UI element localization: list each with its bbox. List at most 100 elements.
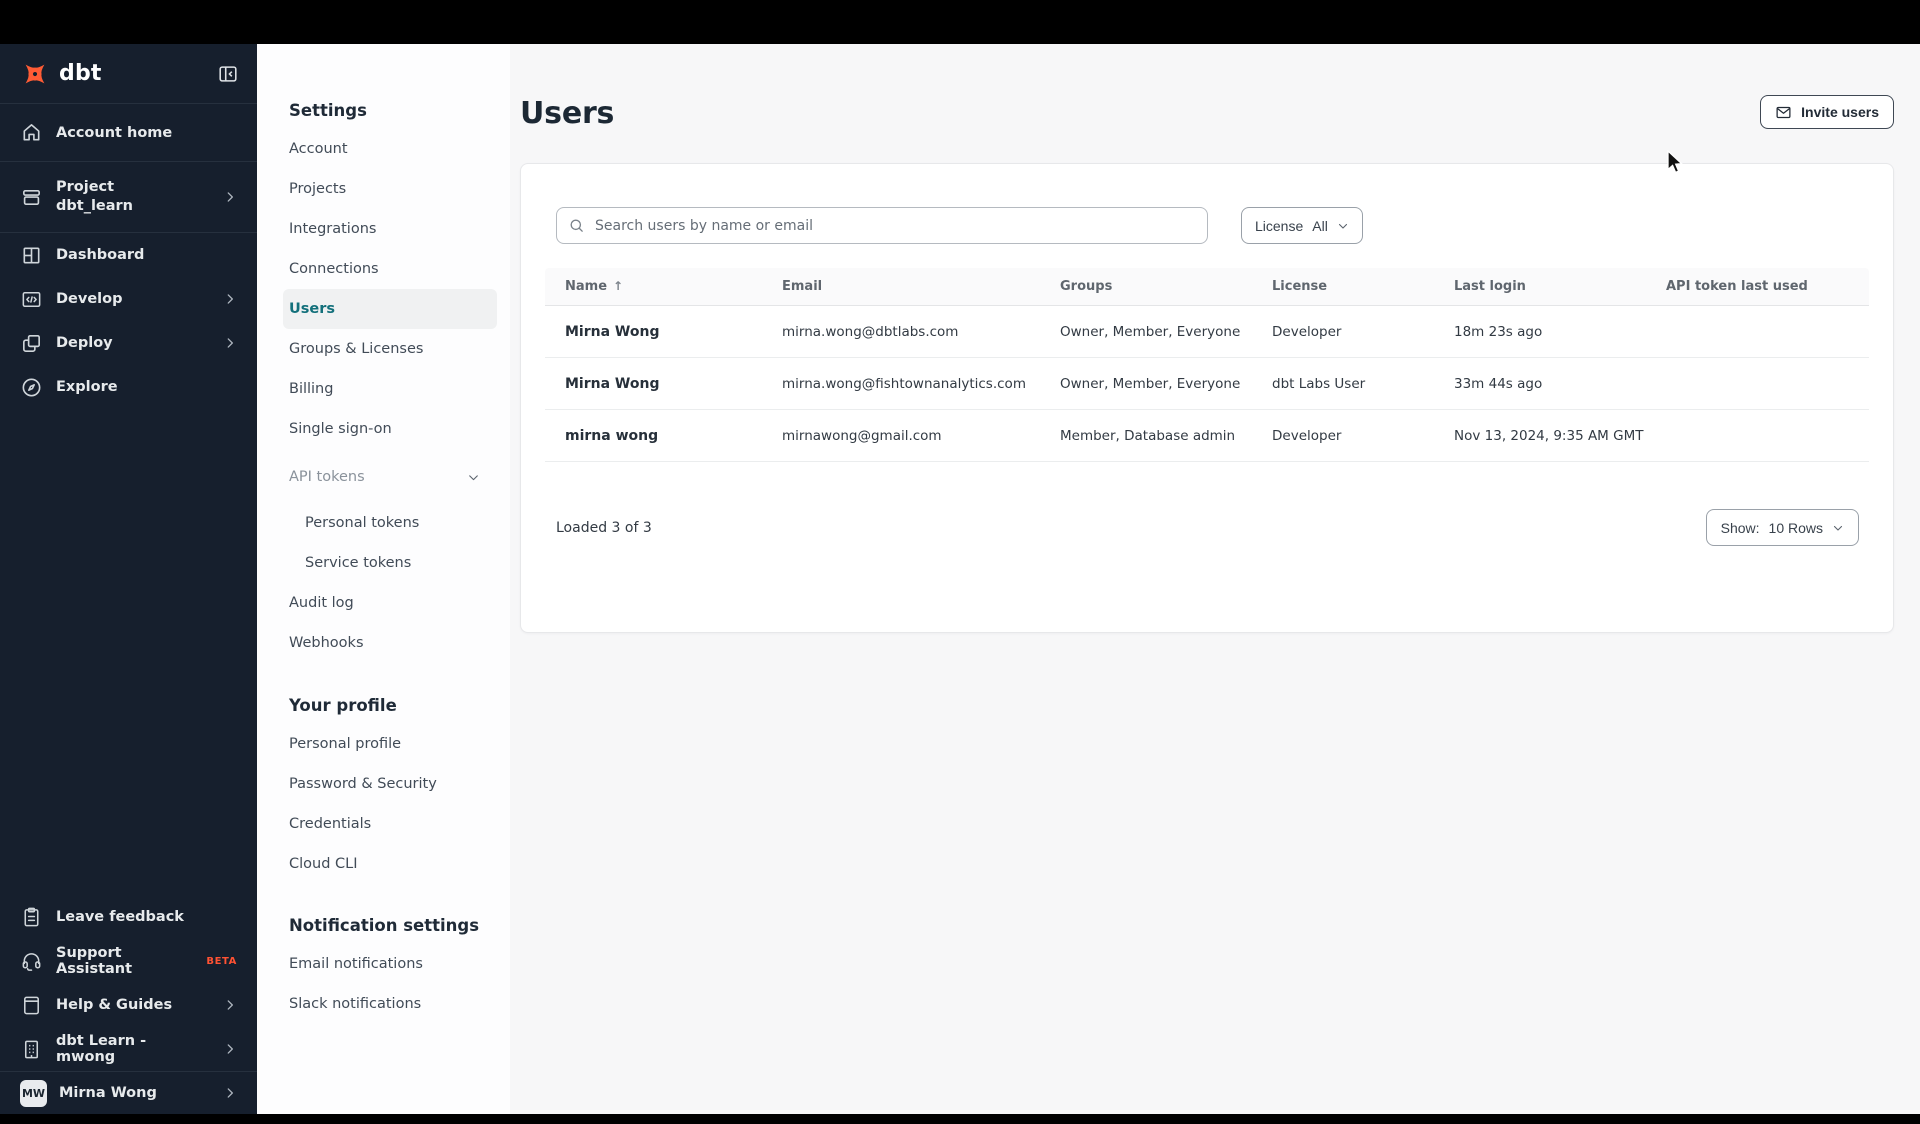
settings-nav-item-credentials[interactable]: Credentials bbox=[257, 804, 510, 844]
chevron-right-icon bbox=[223, 1042, 237, 1056]
cell-email: mirna.wong@fishtownanalytics.com bbox=[782, 375, 1026, 392]
table-row[interactable]: mirna wong mirnawong@gmail.com Member, D… bbox=[545, 410, 1869, 462]
develop-code-icon bbox=[20, 288, 43, 311]
show-rows-dropdown[interactable]: Show: 10 Rows bbox=[1705, 509, 1859, 546]
sidebar-item-account-home[interactable]: Account home bbox=[0, 104, 257, 161]
search-users-input-wrap bbox=[556, 207, 1208, 244]
cell-last-login: 18m 23s ago bbox=[1454, 323, 1543, 340]
sidebar-item-label: dbt Learn - mwong bbox=[56, 1033, 147, 1065]
beta-badge: BETA bbox=[206, 955, 237, 967]
license-filter-label: License bbox=[1255, 217, 1304, 234]
user-name: Mirna Wong bbox=[59, 1085, 157, 1101]
api-tokens-label: API tokens bbox=[289, 469, 365, 485]
settings-nav-item-personal-tokens[interactable]: Personal tokens bbox=[257, 503, 510, 543]
invite-users-button[interactable]: Invite users bbox=[1760, 95, 1894, 129]
dbt-logo-icon bbox=[20, 59, 50, 89]
settings-nav-item-slack-notifications[interactable]: Slack notifications bbox=[257, 984, 510, 1024]
chevron-right-icon bbox=[223, 292, 237, 306]
settings-nav-item-single-sign-on[interactable]: Single sign-on bbox=[257, 409, 510, 449]
sidebar-item-explore[interactable]: Explore bbox=[0, 365, 257, 409]
deploy-squares-icon bbox=[20, 332, 43, 355]
page-title: Users bbox=[520, 96, 615, 131]
settings-nav-item-webhooks[interactable]: Webhooks bbox=[257, 623, 510, 663]
building-icon bbox=[20, 1038, 43, 1061]
sidebar-item-label: Help & Guides bbox=[56, 997, 173, 1013]
sidebar-item-label: Account home bbox=[56, 124, 173, 141]
sidebar-nav: Dashboard Develop Deploy Explore bbox=[0, 233, 257, 409]
sidebar-user-menu[interactable]: MW Mirna Wong bbox=[0, 1072, 257, 1114]
settings-nav-item-service-tokens[interactable]: Service tokens bbox=[257, 543, 510, 583]
settings-nav-item-projects[interactable]: Projects bbox=[257, 169, 510, 209]
settings-nav-item-billing[interactable]: Billing bbox=[257, 369, 510, 409]
sidebar-item-label: Explore bbox=[56, 379, 118, 395]
sidebar: dbt Account home Project dbt_learn Dashb… bbox=[0, 44, 257, 1114]
sidebar-item-dbt-learn-account[interactable]: dbt Learn - mwong bbox=[0, 1027, 257, 1071]
headset-icon bbox=[20, 950, 43, 973]
table-row[interactable]: Mirna Wong mirna.wong@fishtownanalytics.… bbox=[545, 358, 1869, 410]
settings-nav-item-audit-log[interactable]: Audit log bbox=[257, 583, 510, 623]
table-header-row: Name ↑ Email Groups License Last login AP… bbox=[545, 268, 1869, 306]
cell-groups: Member, Database admin bbox=[1060, 427, 1236, 444]
sidebar-item-label: Support Assistant bbox=[56, 945, 133, 977]
sidebar-item-help-guides[interactable]: Help & Guides bbox=[0, 983, 257, 1027]
sidebar-header: dbt bbox=[0, 44, 257, 103]
settings-nav-item-cloud-cli[interactable]: Cloud CLI bbox=[257, 844, 510, 884]
cell-last-login: 33m 44s ago bbox=[1454, 375, 1543, 392]
cell-name: Mirna Wong bbox=[565, 323, 660, 340]
search-icon bbox=[568, 217, 585, 234]
dbt-logo[interactable]: dbt bbox=[20, 59, 102, 89]
chevron-down-icon bbox=[1832, 522, 1844, 534]
chevron-right-icon bbox=[223, 190, 237, 204]
column-header-license[interactable]: License bbox=[1252, 279, 1434, 294]
clipboard-icon bbox=[20, 906, 43, 929]
settings-nav: Settings Account Projects Integrations C… bbox=[257, 44, 510, 1114]
sidebar-item-dashboard[interactable]: Dashboard bbox=[0, 233, 257, 277]
settings-nav-item-connections[interactable]: Connections bbox=[257, 249, 510, 289]
chevron-right-icon bbox=[223, 1086, 237, 1100]
collapse-sidebar-icon[interactable] bbox=[217, 63, 239, 85]
settings-nav-item-users[interactable]: Users bbox=[283, 289, 497, 329]
column-header-api-token[interactable]: API token last used bbox=[1646, 279, 1869, 294]
column-header-last-login[interactable]: Last login bbox=[1434, 279, 1646, 294]
sidebar-item-label: Dashboard bbox=[56, 247, 145, 263]
project-box-icon bbox=[20, 186, 43, 209]
sidebar-item-leave-feedback[interactable]: Leave feedback bbox=[0, 895, 257, 939]
chevron-right-icon bbox=[223, 336, 237, 350]
cell-groups: Owner, Member, Everyone bbox=[1060, 323, 1241, 340]
users-table: Name ↑ Email Groups License Last login AP… bbox=[545, 268, 1869, 462]
cell-email: mirna.wong@dbtlabs.com bbox=[782, 323, 959, 340]
sidebar-item-project[interactable]: Project dbt_learn bbox=[0, 162, 257, 232]
settings-nav-item-personal-profile[interactable]: Personal profile bbox=[257, 724, 510, 764]
license-filter-dropdown[interactable]: License All bbox=[1241, 207, 1363, 244]
chevron-down-icon bbox=[467, 471, 480, 484]
sort-ascending-icon: ↑ bbox=[613, 279, 624, 293]
cell-name: mirna wong bbox=[565, 427, 659, 444]
sidebar-item-support-assistant[interactable]: Support Assistant BETA bbox=[0, 939, 257, 983]
table-row[interactable]: Mirna Wong mirna.wong@dbtlabs.com Owner,… bbox=[545, 306, 1869, 358]
cell-license: Developer bbox=[1272, 427, 1342, 444]
settings-nav-item-password-security[interactable]: Password & Security bbox=[257, 764, 510, 804]
column-header-groups[interactable]: Groups bbox=[1040, 279, 1252, 294]
sidebar-item-label: Deploy bbox=[56, 335, 113, 351]
users-card: License All Name↑ Email Groups License L… bbox=[520, 163, 1894, 633]
dashboard-grid-icon bbox=[20, 244, 43, 267]
column-header-name[interactable]: Name ↑ bbox=[545, 279, 762, 294]
settings-nav-item-integrations[interactable]: Integrations bbox=[257, 209, 510, 249]
sidebar-item-label: Leave feedback bbox=[56, 909, 184, 925]
cell-groups: Owner, Member, Everyone bbox=[1060, 375, 1241, 392]
search-users-input[interactable] bbox=[556, 207, 1208, 244]
project-label: Project bbox=[56, 179, 115, 195]
sidebar-item-develop[interactable]: Develop bbox=[0, 277, 257, 321]
settings-nav-item-api-tokens[interactable]: API tokens bbox=[257, 457, 510, 497]
settings-nav-item-groups-licenses[interactable]: Groups & Licenses bbox=[257, 329, 510, 369]
app-window: dbt Account home Project dbt_learn Dashb… bbox=[0, 44, 1920, 1114]
explore-compass-icon bbox=[20, 376, 43, 399]
settings-nav-item-account[interactable]: Account bbox=[257, 129, 510, 169]
project-name: dbt_learn bbox=[56, 198, 134, 214]
column-header-email[interactable]: Email bbox=[762, 279, 1040, 294]
sidebar-item-deploy[interactable]: Deploy bbox=[0, 321, 257, 365]
cell-last-login: Nov 13, 2024, 9:35 AM GMT bbox=[1454, 427, 1644, 444]
chevron-right-icon bbox=[223, 998, 237, 1012]
settings-nav-item-email-notifications[interactable]: Email notifications bbox=[257, 944, 510, 984]
